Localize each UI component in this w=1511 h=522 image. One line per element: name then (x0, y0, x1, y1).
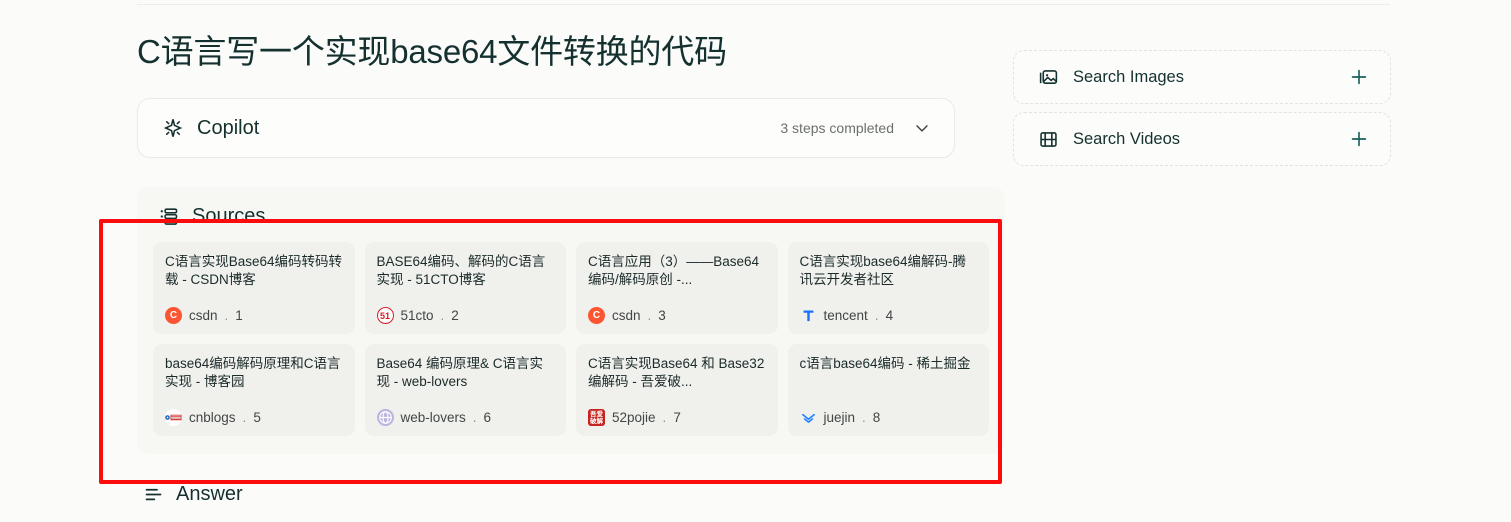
source-number: 2 (451, 308, 459, 323)
source-title: C语言实现base64编解码-腾讯云开发者社区 (799, 254, 967, 287)
source-card[interactable]: C语言实现Base64 和 Base32 编解码 - 吾爱破... 吾爱 破解 5… (576, 344, 778, 436)
search-images-card[interactable]: Search Images (1013, 50, 1391, 104)
source-meta: cnblogs . 5 (165, 409, 343, 426)
answer-icon (143, 484, 164, 505)
source-number: 8 (872, 410, 881, 425)
csdn-favicon: C (165, 307, 182, 324)
plus-icon[interactable] (1348, 66, 1370, 88)
source-number: 4 (885, 308, 894, 323)
answer-title: Answer (176, 483, 243, 505)
search-videos-label: Search Videos (1073, 129, 1181, 148)
sources-panel: Sources C语言实现Base64编码转码转载 - CSDN博客 C csd… (137, 187, 1005, 454)
main-content-column: C语言写一个实现base64文件转换的代码 Copilot 3 steps co… (137, 28, 1005, 506)
source-card[interactable]: BASE64编码、解码的C语言实现 - 51CTO博客 51 51cto . 2 (364, 242, 566, 334)
source-meta: C csdn . 1 (165, 307, 343, 324)
source-card[interactable]: base64编码解码原理和C语言实现 - 博客园 cnblogs . 5 (153, 344, 355, 436)
page-title: C语言写一个实现base64文件转换的代码 (137, 33, 727, 70)
source-title: Base64 编码原理& C语言实现 - web-lovers (376, 356, 544, 389)
source-separator: . (472, 410, 477, 425)
source-card[interactable]: c语言base64编码 - 稀土掘金 juejin . 8 (787, 344, 989, 436)
source-separator: . (647, 308, 652, 323)
source-meta: 51 51cto . 2 (376, 307, 555, 324)
source-title: c语言base64编码 - 稀土掘金 (799, 356, 971, 371)
chevron-down-icon[interactable] (912, 118, 932, 138)
source-title: C语言应用（3）——Base64编码/解码原创 -... (588, 254, 760, 287)
source-title: C语言实现Base64 和 Base32 编解码 - 吾爱破... (588, 356, 765, 389)
source-domain: tencent (823, 308, 868, 323)
image-icon (1038, 67, 1059, 88)
sparkle-icon (162, 117, 184, 139)
video-grid-icon (1038, 129, 1059, 150)
source-domain: web-lovers (400, 410, 466, 425)
cnblogs-favicon (165, 409, 182, 426)
sources-grid: C语言实现Base64编码转码转载 - CSDN博客 C csdn . 1 BA… (153, 242, 989, 436)
sidebar-column: Search Images Search Videos (1013, 50, 1391, 174)
source-separator: . (440, 308, 445, 323)
52pojie-favicon: 吾爱 破解 (588, 409, 605, 426)
source-title: BASE64编码、解码的C语言实现 - 51CTO博客 (376, 254, 546, 287)
source-meta: juejin . 8 (800, 409, 978, 426)
web-lovers-favicon (376, 409, 394, 426)
source-card[interactable]: C语言实现base64编解码-腾讯云开发者社区 tencent . 4 (787, 242, 989, 334)
source-number: 7 (673, 410, 681, 425)
source-number: 3 (658, 308, 666, 323)
source-separator: . (662, 410, 667, 425)
page-root: C语言写一个实现base64文件转换的代码 Copilot 3 steps co… (0, 0, 1511, 522)
copilot-status-group: 3 steps completed (780, 118, 932, 138)
source-domain: juejin (823, 410, 856, 425)
csdn-favicon: C (588, 307, 605, 324)
source-meta: web-lovers . 6 (376, 409, 555, 426)
source-card[interactable]: Base64 编码原理& C语言实现 - web-lovers web-love… (364, 344, 566, 436)
tencent-favicon (800, 307, 817, 324)
source-separator: . (242, 410, 247, 425)
search-images-label: Search Images (1073, 67, 1184, 86)
source-meta: tencent . 4 (800, 307, 978, 324)
source-card[interactable]: C语言实现Base64编码转码转载 - CSDN博客 C csdn . 1 (153, 242, 355, 334)
source-domain: 52pojie (612, 410, 656, 425)
source-title: C语言实现Base64编码转码转载 - CSDN博客 (165, 254, 343, 287)
answer-header: Answer (137, 483, 957, 506)
source-domain: 51cto (400, 308, 434, 323)
juejin-favicon (800, 409, 817, 426)
copilot-identity: Copilot (162, 117, 259, 140)
51cto-favicon: 51 (376, 307, 394, 324)
source-meta: 吾爱 破解 52pojie . 7 (588, 409, 766, 426)
sources-header: Sources (153, 201, 989, 242)
sources-title: Sources (192, 205, 266, 227)
source-domain: csdn (189, 308, 218, 323)
source-card[interactable]: C语言应用（3）——Base64编码/解码原创 -... C csdn . 3 (576, 242, 778, 334)
plus-icon[interactable] (1348, 128, 1370, 150)
copilot-steps-status: 3 steps completed (780, 120, 894, 136)
source-number: 1 (235, 308, 243, 323)
source-meta: C csdn . 3 (588, 307, 766, 324)
search-videos-card[interactable]: Search Videos (1013, 112, 1391, 166)
source-number: 6 (483, 410, 492, 425)
source-domain: cnblogs (189, 410, 236, 425)
source-separator: . (224, 308, 229, 323)
source-title: base64编码解码原理和C语言实现 - 博客园 (165, 356, 341, 389)
source-separator: . (874, 308, 879, 323)
copilot-card[interactable]: Copilot 3 steps completed (137, 98, 955, 158)
copilot-label: Copilot (197, 116, 260, 139)
source-separator: . (862, 410, 866, 425)
list-icon (159, 206, 180, 227)
source-domain: csdn (612, 308, 641, 323)
top-divider (137, 4, 1390, 5)
source-number: 5 (253, 410, 261, 425)
